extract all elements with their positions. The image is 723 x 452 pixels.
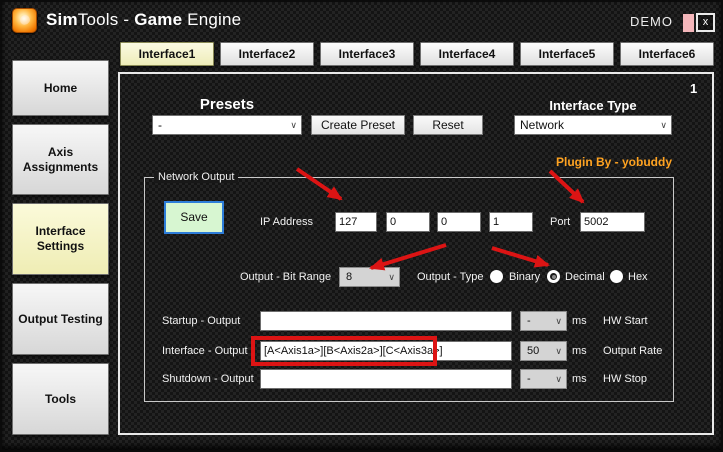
annotation-highlight-box	[251, 336, 437, 366]
reset-button[interactable]: Reset	[413, 115, 483, 135]
ip-octet-2-field[interactable]	[386, 212, 430, 232]
ip-octet-1-field[interactable]	[335, 212, 377, 232]
demo-badge: DEMO	[630, 14, 673, 29]
hw-stop-label: HW Stop	[603, 373, 648, 385]
radio-hex[interactable]	[610, 270, 623, 283]
plugin-credit: Plugin By - yobuddy	[556, 155, 672, 169]
startup-output-field[interactable]	[260, 311, 512, 331]
tab-interface6[interactable]: Interface6	[620, 42, 714, 66]
presets-dropdown-value: -	[158, 118, 162, 132]
interface-type-dropdown[interactable]: Network ∨	[514, 115, 672, 135]
window-title: SimTools - Game Engine	[46, 10, 241, 30]
shutdown-rate-value: -	[527, 373, 531, 385]
tab-interface3[interactable]: Interface3	[320, 42, 414, 66]
ip-octet-3-field[interactable]	[437, 212, 481, 232]
app-window: SimTools - Game Engine DEMO x Interface1…	[0, 0, 723, 452]
interface-output-label: Interface - Output	[162, 345, 248, 357]
presets-heading: Presets	[199, 96, 255, 113]
sidebar-item-interface-settings[interactable]: Interface Settings	[12, 203, 109, 275]
shutdown-output-field[interactable]	[260, 369, 512, 389]
create-preset-button[interactable]: Create Preset	[311, 115, 405, 135]
ip-octet-4-field[interactable]	[489, 212, 533, 232]
chevron-down-icon: ∨	[555, 316, 562, 326]
save-button[interactable]: Save	[164, 201, 224, 234]
tab-interface2[interactable]: Interface2	[220, 42, 314, 66]
sidebar-item-tools[interactable]: Tools	[12, 363, 109, 435]
chevron-down-icon: ∨	[660, 120, 667, 130]
chevron-down-icon: ∨	[388, 272, 395, 282]
output-rate-label: Output Rate	[603, 345, 663, 357]
hw-start-label: HW Start	[603, 315, 648, 327]
tab-interface1[interactable]: Interface1	[120, 42, 214, 66]
chevron-down-icon: ∨	[555, 346, 562, 356]
output-type-label: Output - Type	[417, 271, 484, 283]
sidebar-item-axis-assignments[interactable]: Axis Assignments	[12, 124, 109, 195]
tab-interface4[interactable]: Interface4	[420, 42, 514, 66]
chevron-down-icon: ∨	[290, 120, 297, 130]
startup-ms-label: ms	[572, 315, 587, 327]
bit-range-label: Output - Bit Range	[240, 271, 332, 283]
bit-range-dropdown-value: 8	[346, 271, 353, 283]
title-tools: Tools -	[77, 10, 135, 29]
output-rate-dropdown[interactable]: 50 ∨	[520, 341, 567, 361]
startup-rate-value: -	[527, 315, 531, 327]
port-field[interactable]	[580, 212, 645, 232]
startup-rate-dropdown[interactable]: - ∨	[520, 311, 567, 331]
presets-dropdown[interactable]: - ∨	[152, 115, 302, 135]
port-label: Port	[550, 216, 571, 228]
interface-type-heading: Interface Type	[549, 98, 637, 113]
radio-decimal[interactable]	[547, 270, 560, 283]
close-button[interactable]: x	[696, 13, 715, 32]
title-sim: Sim	[46, 10, 78, 29]
minimize-badge[interactable]	[683, 14, 694, 32]
shutdown-rate-dropdown[interactable]: - ∨	[520, 369, 567, 389]
app-logo-icon	[12, 8, 37, 33]
sidebar-item-home[interactable]: Home	[12, 60, 109, 116]
title-engine: Engine	[182, 10, 242, 29]
chevron-down-icon: ∨	[555, 374, 562, 384]
shutdown-ms-label: ms	[572, 373, 587, 385]
network-output-group-label: Network Output	[154, 171, 239, 183]
startup-output-label: Startup - Output	[162, 315, 241, 327]
radio-binary[interactable]	[490, 270, 503, 283]
page-indicator: 1	[690, 81, 698, 96]
radio-binary-label: Binary	[509, 271, 541, 283]
radio-decimal-label: Decimal	[565, 271, 605, 283]
title-game: Game	[134, 10, 183, 29]
interface-type-dropdown-value: Network	[520, 118, 565, 132]
shutdown-output-label: Shutdown - Output	[162, 373, 254, 385]
sidebar-item-output-testing[interactable]: Output Testing	[12, 283, 109, 355]
ip-address-label: IP Address	[260, 216, 313, 228]
interface-ms-label: ms	[572, 345, 587, 357]
output-rate-value: 50	[527, 345, 540, 357]
tab-interface5[interactable]: Interface5	[520, 42, 614, 66]
bit-range-dropdown[interactable]: 8 ∨	[339, 267, 400, 287]
radio-hex-label: Hex	[628, 271, 648, 283]
